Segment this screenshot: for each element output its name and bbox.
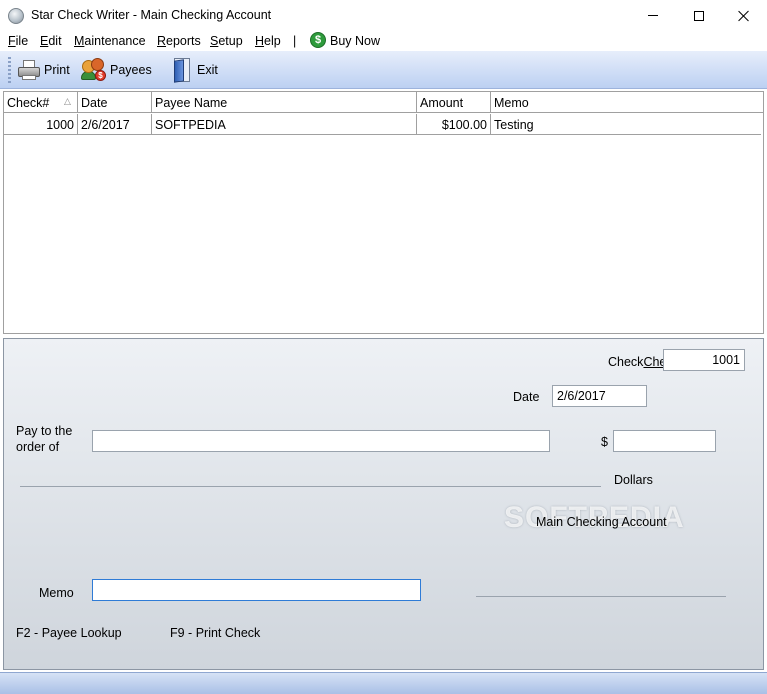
dollar-sign-label: $ (601, 435, 608, 449)
payees-label: Payees (110, 63, 152, 77)
written-amount-line (20, 486, 601, 487)
account-name: Main Checking Account (536, 515, 667, 529)
menu-bar: File Edit Maintenance Reports Setup Help… (0, 31, 767, 51)
toolbar-grip[interactable] (8, 57, 11, 83)
column-header-date[interactable]: Date (78, 92, 152, 112)
dollar-icon: $ (310, 32, 326, 48)
check-form-panel: CheckCheck# Date Pay to the order of $ D… (3, 338, 764, 670)
menu-file[interactable]: File (8, 34, 28, 48)
date-input[interactable] (552, 385, 647, 407)
cell-date: 2/6/2017 (78, 114, 152, 134)
payee-lookup-hint: F2 - Payee Lookup (16, 626, 122, 640)
column-header-payee[interactable]: Payee Name (152, 92, 417, 112)
title-bar: Star Check Writer - Main Checking Accoun… (0, 0, 767, 31)
cell-amount: $100.00 (417, 114, 491, 134)
print-button[interactable]: Print (18, 57, 70, 83)
pay-to-label-line2: order of (16, 440, 60, 454)
sort-ascending-icon: △ (64, 96, 71, 106)
cell-check: 1000 (4, 114, 78, 134)
pay-to-label-line1: Pay to the (16, 424, 73, 438)
dollars-label: Dollars (614, 473, 653, 487)
minimize-icon (648, 15, 658, 16)
column-header-memo[interactable]: Memo (491, 92, 763, 112)
cell-memo: Testing (494, 118, 534, 132)
signature-line (476, 596, 726, 597)
memo-label: Memo (39, 586, 74, 600)
menu-separator: | (293, 34, 297, 48)
print-check-hint: F9 - Print Check (170, 626, 261, 640)
check-number-input[interactable] (663, 349, 745, 371)
amount-input[interactable] (613, 430, 716, 452)
print-label: Print (44, 63, 70, 77)
window-title: Star Check Writer - Main Checking Accoun… (31, 8, 272, 22)
menu-maintenance[interactable]: Maintenance (74, 34, 146, 48)
table-header: Check# △ Date Payee Name Amount Memo (4, 92, 763, 113)
maximize-icon (694, 10, 704, 21)
menu-reports[interactable]: Reports (157, 34, 201, 48)
memo-input[interactable] (92, 579, 421, 601)
exit-button[interactable]: Exit (171, 57, 218, 83)
menu-edit[interactable]: Edit (40, 34, 62, 48)
checks-table[interactable]: Check# △ Date Payee Name Amount Memo 100… (3, 91, 764, 334)
payee-input[interactable] (92, 430, 550, 452)
cell-payee: SOFTPEDIA (152, 114, 417, 134)
payees-button[interactable]: $ Payees (81, 57, 152, 83)
exit-door-icon (171, 58, 193, 83)
date-label: Date (513, 390, 540, 404)
toolbar: Print $ Payees Exit (0, 51, 767, 89)
column-header-check[interactable]: Check# △ (4, 92, 78, 112)
column-header-amount[interactable]: Amount (417, 92, 491, 112)
status-bar (0, 672, 767, 694)
table-row[interactable]: 1000 2/6/2017 SOFTPEDIA $100.00 Testing (4, 114, 761, 135)
minimize-button[interactable] (630, 0, 676, 31)
menu-help[interactable]: Help (255, 34, 281, 48)
close-icon (738, 10, 750, 22)
app-icon (8, 8, 24, 24)
menu-buy-now[interactable]: Buy Now (330, 34, 380, 48)
printer-icon (18, 60, 40, 80)
maximize-button[interactable] (676, 0, 722, 31)
exit-label: Exit (197, 63, 218, 77)
menu-setup[interactable]: Setup (210, 34, 243, 48)
close-button[interactable] (721, 0, 767, 31)
payees-icon: $ (81, 58, 106, 82)
